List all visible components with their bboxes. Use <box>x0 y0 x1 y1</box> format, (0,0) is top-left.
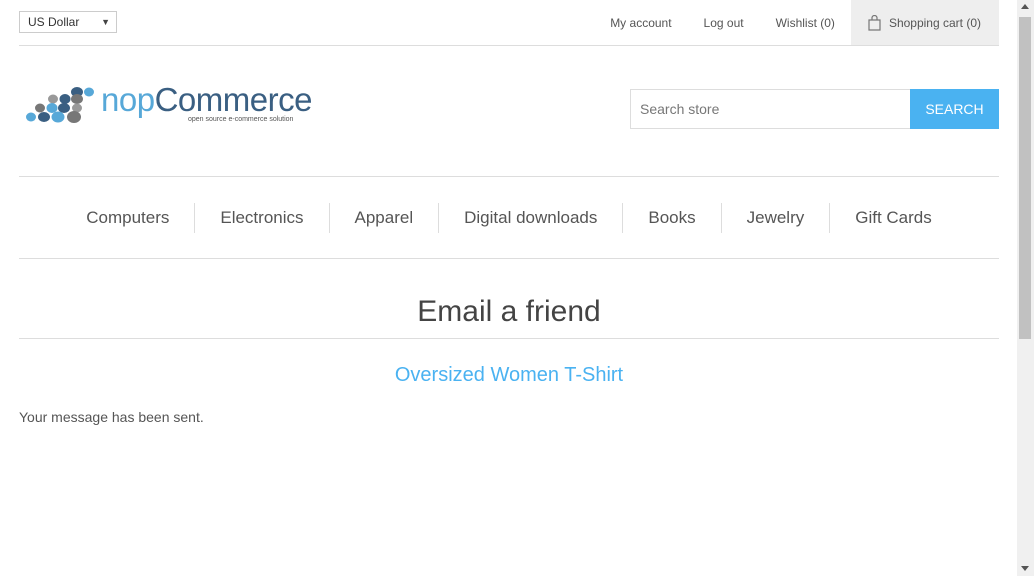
scrollbar-thumb[interactable] <box>1019 17 1031 339</box>
logo-wordmark-part2: Commerce <box>154 81 313 118</box>
page-title: Email a friend <box>417 295 601 328</box>
product-name-link[interactable]: Oversized Women T-Shirt <box>19 363 999 387</box>
shopping-cart-label: Shopping cart (0) <box>888 15 981 30</box>
shopping-cart-link[interactable]: Shopping cart (0) <box>850 0 999 45</box>
vertical-scrollbar[interactable] <box>1017 0 1034 576</box>
menu-item-digital-downloads[interactable]: Digital downloads <box>438 202 622 233</box>
top-menu: Computers Electronics Apparel Digital do… <box>19 177 999 259</box>
currency-selector-value: US Dollar <box>28 15 80 29</box>
result-message: Your message has been sent. <box>19 409 204 425</box>
menu-item-electronics[interactable]: Electronics <box>194 202 328 233</box>
logo-dots-icon <box>26 87 94 123</box>
header-upper: US Dollar ▼ My account Log out Wishlist … <box>19 0 999 46</box>
header-lower: nopCommerce open source e-commerce solut… <box>19 46 999 177</box>
search-box: SEARCH <box>630 89 999 129</box>
logo-wordmark: nopCommerce <box>101 82 312 118</box>
logo-tagline: open source e-commerce solution <box>188 116 294 123</box>
scroll-up-arrow-icon[interactable] <box>1021 4 1029 9</box>
my-account-link[interactable]: My account <box>610 16 671 30</box>
header-links: My account Log out Wishlist (0) Shopping… <box>610 0 999 45</box>
menu-item-gift-cards[interactable]: Gift Cards <box>829 202 957 233</box>
menu-item-apparel[interactable]: Apparel <box>328 202 439 233</box>
wishlist-link[interactable]: Wishlist (0) <box>776 16 835 30</box>
search-button[interactable]: SEARCH <box>910 89 999 129</box>
scroll-down-arrow-icon[interactable] <box>1021 566 1029 571</box>
menu-item-jewelry[interactable]: Jewelry <box>720 202 830 233</box>
page-title-section: Email a friend <box>19 259 999 339</box>
shopping-bag-icon <box>868 14 881 31</box>
logo-wordmark-part1: nop <box>101 81 155 118</box>
search-input[interactable] <box>630 89 910 129</box>
log-out-link[interactable]: Log out <box>704 16 744 30</box>
page: US Dollar ▼ My account Log out Wishlist … <box>19 0 999 425</box>
currency-selector[interactable]: US Dollar ▼ <box>19 11 117 33</box>
dropdown-arrow-icon: ▼ <box>101 17 110 27</box>
menu-item-computers[interactable]: Computers <box>61 203 194 233</box>
menu-item-books[interactable]: Books <box>622 202 720 233</box>
